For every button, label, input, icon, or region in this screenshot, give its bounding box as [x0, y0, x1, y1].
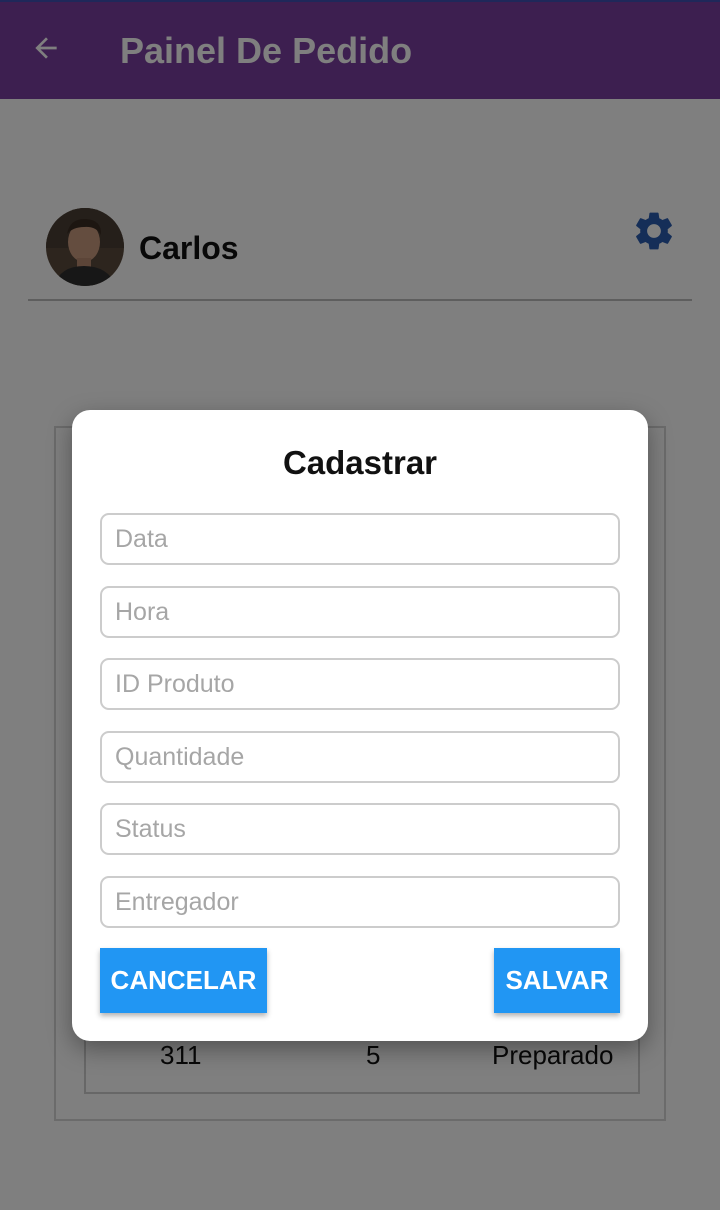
hora-field[interactable] [100, 586, 620, 638]
data-field[interactable] [100, 513, 620, 565]
dialog-title: Cadastrar [282, 444, 438, 481]
entregador-field[interactable] [100, 876, 620, 928]
save-button[interactable]: SALVAR [494, 948, 620, 1013]
cancel-button[interactable]: CANCELAR [100, 948, 267, 1013]
quantidade-field[interactable] [100, 731, 620, 783]
status-field[interactable] [100, 803, 620, 855]
register-dialog: Cadastrar CANCELAR SALVAR [72, 410, 648, 1041]
id-produto-field[interactable] [100, 658, 620, 710]
